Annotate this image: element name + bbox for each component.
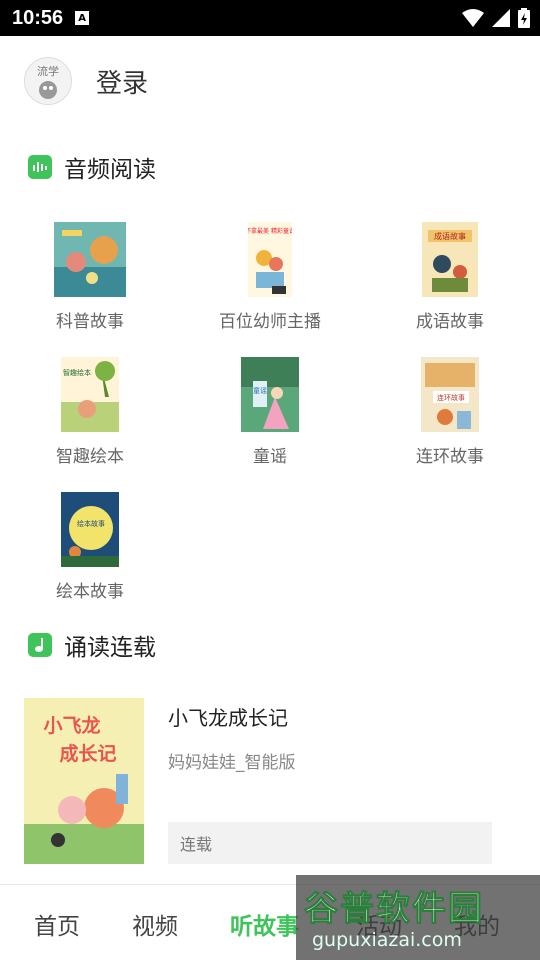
audio-item-label: 百位幼师主播 — [219, 312, 321, 332]
cover-image: 成语故事 — [422, 222, 478, 297]
section-audio-title: 音频阅读 — [64, 157, 156, 183]
watermark-url: gupuxiazai.com — [312, 929, 462, 951]
status-time: 10:56 — [12, 6, 64, 29]
section-recite-title: 诵读连载 — [64, 635, 156, 661]
cover-text: 不拿最美 精彩童说 — [248, 227, 292, 235]
cover-text: 童谣 — [253, 386, 267, 395]
status-bar: 10:56 A — [0, 0, 540, 36]
audio-item-nursery-rhymes[interactable]: 童谣 童谣 — [180, 357, 360, 467]
book-subtitle: 妈妈娃娃_智能版 — [168, 753, 296, 773]
cover-text: 智趣绘本 — [63, 368, 91, 377]
nav-video[interactable]: 视频 — [132, 907, 178, 941]
audio-item-label: 科普故事 — [56, 312, 124, 332]
cover-image: 智趣绘本 — [61, 357, 119, 432]
cover-text: 成语故事 — [434, 231, 466, 241]
audio-wave-icon — [28, 155, 52, 179]
music-note-icon — [28, 633, 52, 657]
notification-icon: A — [75, 11, 90, 25]
book-card[interactable]: 小飞龙 成长记 小飞龙成长记 妈妈娃娃_智能版 连载 — [24, 698, 514, 864]
cover-text: 连环故事 — [437, 393, 465, 402]
avatar-icon: 流学 — [25, 58, 71, 104]
audio-item-label: 绘本故事 — [56, 582, 124, 602]
status-icons — [462, 8, 530, 28]
wifi-icon — [462, 9, 484, 27]
nav-listen-stories[interactable]: 听故事 — [230, 907, 299, 941]
book-status-tag: 连载 — [168, 822, 492, 864]
audio-item-teachers[interactable]: 不拿最美 精彩童说 百位幼师主播 — [180, 222, 360, 332]
cover-image: 绘本故事 — [61, 492, 119, 567]
cover-image — [54, 222, 126, 297]
signal-icon — [492, 9, 510, 27]
audio-item-serial-stories[interactable]: 连环故事 连环故事 — [360, 357, 540, 467]
nav-home[interactable]: 首页 — [34, 907, 80, 941]
section-audio-reading: 音频阅读 — [28, 150, 156, 184]
audio-item-idioms[interactable]: 成语故事 成语故事 — [360, 222, 540, 332]
watermark-title: 谷普软件园 — [304, 889, 484, 930]
audio-item-science[interactable]: 科普故事 — [0, 222, 180, 332]
audio-item-label: 连环故事 — [416, 447, 484, 467]
book-cover-text: 小飞龙 — [43, 714, 100, 737]
cover-image: 连环故事 — [421, 357, 479, 432]
section-recite-serial: 诵读连载 — [28, 628, 156, 662]
login-label[interactable]: 登录 — [96, 63, 148, 100]
login-row[interactable]: 流学 登录 — [0, 36, 540, 126]
book-cover-text: 成长记 — [59, 742, 116, 765]
watermark-overlay: 谷普软件园 gupuxiazai.com — [296, 875, 540, 960]
audio-item-label: 童谣 — [253, 447, 287, 467]
battery-icon — [518, 8, 530, 28]
book-title[interactable]: 小飞龙成长记 — [168, 702, 288, 731]
cover-image: 童谣 — [241, 357, 299, 432]
book-cover-image: 小飞龙 成长记 — [24, 698, 144, 864]
audio-item-fun-picture-book[interactable]: 智趣绘本 智趣绘本 — [0, 357, 180, 467]
avatar[interactable]: 流学 — [24, 57, 72, 105]
audio-item-picture-stories[interactable]: 绘本故事 绘本故事 — [0, 492, 180, 602]
audio-item-label: 成语故事 — [416, 312, 484, 332]
avatar-text: 流学 — [37, 64, 59, 78]
cover-text: 绘本故事 — [77, 519, 105, 528]
cover-image: 不拿最美 精彩童说 — [248, 222, 292, 297]
audio-item-label: 智趣绘本 — [56, 447, 124, 467]
